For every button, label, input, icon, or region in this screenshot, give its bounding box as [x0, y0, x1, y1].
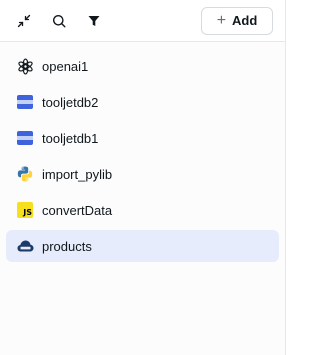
query-item-openai1[interactable]: openai1	[6, 50, 279, 82]
query-item-tooljetdb1[interactable]: tooljetdb1	[6, 122, 279, 154]
tooljetdb-icon	[16, 129, 34, 147]
query-item-convertdata[interactable]: JS convertData	[6, 194, 279, 226]
query-item-label: tooljetdb2	[42, 94, 99, 110]
tooljetdb-icon	[16, 93, 34, 111]
search-icon[interactable]	[45, 7, 73, 35]
query-panel-toolbar: + Add	[0, 0, 285, 42]
add-query-label: Add	[232, 13, 258, 28]
query-item-import-pylib[interactable]: import_pylib	[6, 158, 279, 190]
query-item-label: openai1	[42, 58, 89, 74]
query-list: openai1 tooljetdb2 tooljetdb1 import_pyl…	[0, 42, 285, 262]
query-item-label: products	[42, 238, 92, 254]
filter-icon[interactable]	[80, 7, 108, 35]
openai-icon	[16, 57, 34, 75]
javascript-icon: JS	[16, 201, 34, 219]
query-item-products[interactable]: products	[6, 230, 279, 262]
query-item-tooljetdb2[interactable]: tooljetdb2	[6, 86, 279, 118]
query-item-label: convertData	[42, 202, 113, 218]
add-query-button[interactable]: + Add	[201, 6, 273, 35]
js-badge: JS	[17, 202, 33, 218]
restapi-cloud-icon	[16, 237, 34, 255]
query-panel: + Add openai1 tooljetdb2 tooljetdb1 impo…	[0, 0, 286, 355]
query-item-label: tooljetdb1	[42, 130, 99, 146]
plus-icon: +	[216, 11, 227, 29]
query-item-label: import_pylib	[42, 166, 113, 182]
python-icon	[16, 165, 34, 183]
collapse-icon[interactable]	[10, 7, 38, 35]
